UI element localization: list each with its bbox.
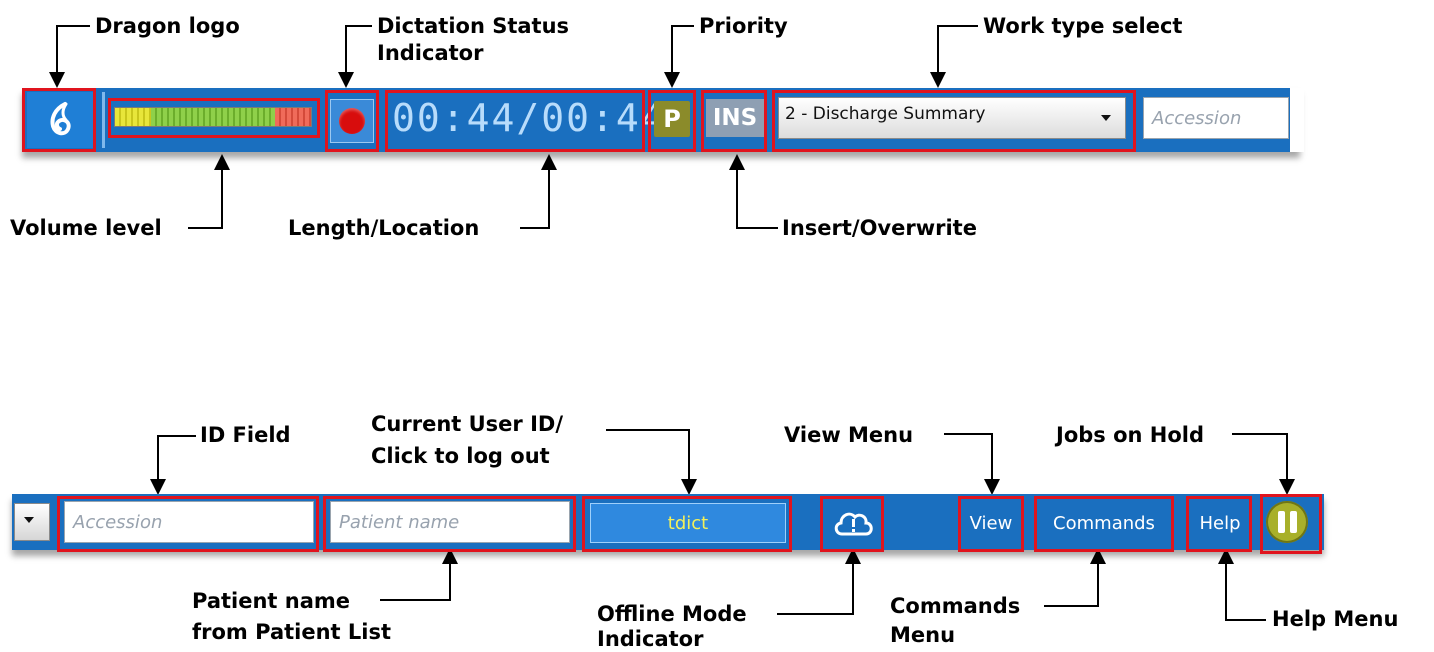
highlight-volume-level bbox=[108, 98, 320, 138]
callout-dictation-status-line2: Indicator bbox=[377, 41, 484, 65]
highlight-patient-name bbox=[323, 496, 576, 552]
highlight-commands-menu bbox=[1034, 496, 1174, 552]
callout-length-location: Length/Location bbox=[288, 216, 480, 240]
callout-id-field: ID Field bbox=[200, 423, 291, 447]
work-type-dropdown-button[interactable] bbox=[14, 503, 50, 541]
callout-work-type-select: Work type select bbox=[983, 14, 1183, 38]
callout-offline-mode-line2: Indicator bbox=[597, 627, 704, 651]
callout-volume-level: Volume level bbox=[10, 216, 162, 240]
callout-insert-overwrite: Insert/Overwrite bbox=[782, 216, 977, 240]
callout-current-user-line2: Click to log out bbox=[371, 444, 550, 468]
highlight-offline-mode bbox=[820, 496, 884, 552]
callout-commands-menu-line1: Commands bbox=[890, 594, 1021, 618]
highlight-current-user bbox=[582, 496, 792, 552]
callout-offline-mode-line1: Offline Mode bbox=[597, 602, 747, 626]
callout-help-menu: Help Menu bbox=[1272, 607, 1399, 631]
toolbar-divider bbox=[102, 92, 105, 148]
highlight-length-location bbox=[385, 90, 645, 152]
callout-jobs-on-hold: Jobs on Hold bbox=[1056, 423, 1205, 447]
highlight-insert-overwrite bbox=[701, 90, 767, 152]
toolbar-torn-edge-left bbox=[0, 494, 12, 548]
callout-patient-name-line1: Patient name bbox=[192, 589, 351, 613]
highlight-help-menu bbox=[1186, 496, 1252, 552]
highlight-dictation-status bbox=[325, 90, 379, 152]
highlight-id-field bbox=[57, 496, 319, 552]
callout-dragon-logo: Dragon logo bbox=[95, 14, 240, 38]
highlight-priority bbox=[648, 90, 696, 152]
accession-placeholder-top: Accession bbox=[1152, 107, 1242, 129]
highlight-dragon-logo bbox=[22, 88, 96, 152]
toolbar-torn-edge bbox=[1290, 88, 1304, 152]
callout-current-user-line1: Current User ID/ bbox=[371, 412, 563, 436]
callout-commands-menu-line2: Menu bbox=[890, 623, 956, 647]
highlight-view-menu bbox=[958, 496, 1024, 552]
highlight-jobs-on-hold bbox=[1260, 494, 1322, 554]
callout-view-menu: View Menu bbox=[784, 423, 914, 447]
callout-patient-name-line2: from Patient List bbox=[192, 620, 392, 644]
callout-dictation-status-line1: Dictation Status bbox=[377, 14, 570, 38]
dropdown-arrow-icon bbox=[24, 517, 34, 523]
accession-input-top[interactable]: Accession bbox=[1143, 97, 1289, 139]
callout-priority: Priority bbox=[699, 14, 788, 38]
highlight-work-type bbox=[772, 90, 1136, 152]
